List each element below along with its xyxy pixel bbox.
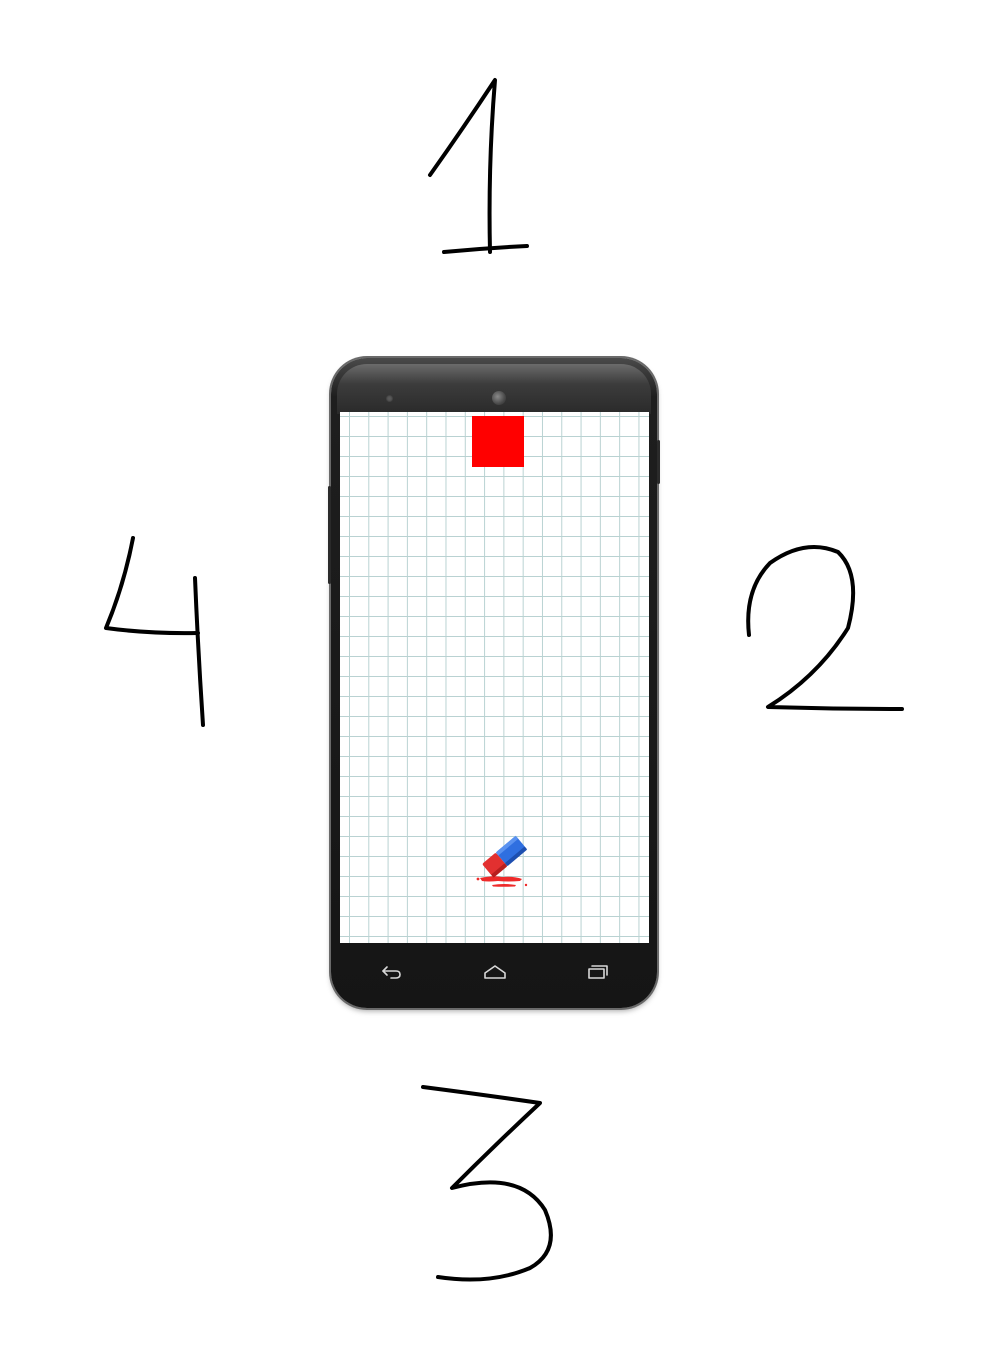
falling-red-block[interactable] [472,416,524,467]
android-navbar [340,946,649,998]
proximity-sensor [386,395,393,402]
game-screen[interactable] [340,412,649,943]
label-bottom-3: 3 [421,1085,553,1282]
front-camera [492,391,506,405]
label-right-2: 2 [746,545,904,711]
recents-icon [587,965,608,979]
back-icon [381,966,401,979]
volume-button [328,486,331,584]
top-bezel [337,364,651,414]
home-button[interactable] [475,957,515,987]
phone-device [328,358,660,1008]
label-top-1: 1 [428,78,529,254]
home-icon [483,965,506,979]
back-button[interactable] [372,957,412,987]
recents-button[interactable] [578,957,618,987]
power-button [657,440,660,484]
eraser-icon[interactable] [474,824,534,894]
label-left-4: 4 [104,536,205,727]
